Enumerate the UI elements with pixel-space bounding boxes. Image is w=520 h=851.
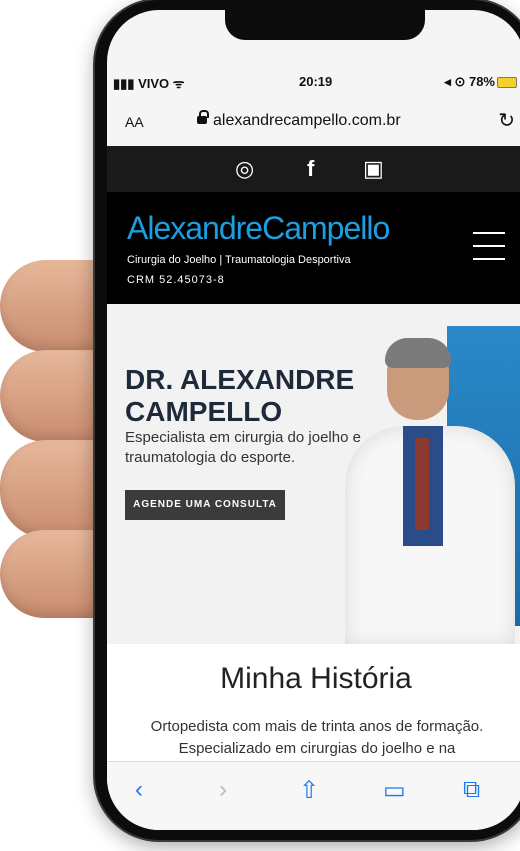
bookmarks-icon[interactable]: ▭ (383, 776, 406, 805)
site-logo[interactable]: AlexandreCampello (127, 210, 390, 247)
lock-icon (197, 110, 209, 124)
site-tagline: Cirurgia do Joelho | Traumatologia Despo… (127, 254, 351, 266)
site-header: AlexandreCampello Cirurgia do Joelho | T… (107, 192, 520, 304)
clock: 20:19 (299, 74, 333, 89)
back-icon[interactable]: ‹ (135, 776, 143, 804)
tabs-icon[interactable]: ⧉ (463, 776, 480, 804)
section-title: Minha História (220, 662, 412, 695)
section-text-2: Especializado em cirurgias do joelho e n… (178, 740, 456, 757)
story-section: Minha História Ortopedista com mais de t… (107, 644, 520, 764)
hero-name: DR. ALEXANDRE CAMPELLO (125, 364, 355, 427)
facebook-icon[interactable]: f (307, 156, 314, 182)
phone-notch (225, 10, 425, 40)
carrier: ▮▮▮ VIVO ᯤ (113, 76, 185, 91)
hero-section: DR. ALEXANDRE CAMPELLO Especialista em c… (107, 304, 520, 644)
section-text: Ortopedista com mais de trinta anos de f… (137, 716, 497, 760)
menu-icon[interactable] (473, 232, 505, 264)
phone-screen: ▮▮▮ VIVO ᯤ 20:19 ◂ ⊙ 78% AA alexandrecam… (107, 10, 520, 830)
phone-frame: ▮▮▮ VIVO ᯤ 20:19 ◂ ⊙ 78% AA alexandrecam… (95, 0, 520, 840)
address-bar[interactable]: AA alexandrecampello.com.br ↻ (107, 100, 520, 146)
social-bar: ◎ f ▣ (107, 146, 520, 192)
forward-icon[interactable]: › (219, 776, 227, 804)
crm-number: CRM 52.45073-8 (127, 274, 225, 286)
browser-toolbar: ‹ › ⇧ ▭ ⧉ (107, 761, 520, 830)
status-bar: ▮▮▮ VIVO ᯤ 20:19 ◂ ⊙ 78% (107, 70, 520, 94)
schedule-button[interactable]: AGENDE UMA CONSULTA (125, 490, 285, 520)
battery-icon (497, 77, 517, 89)
text-size-button[interactable]: AA (125, 114, 144, 130)
whatsapp-icon[interactable]: ◎ (235, 156, 254, 182)
hero-specialty: Especialista em cirurgia do joelho e tra… (125, 429, 361, 466)
section-text-1: Ortopedista com mais de trinta anos de f… (150, 718, 484, 735)
instagram-icon[interactable]: ▣ (363, 156, 384, 182)
url-text[interactable]: alexandrecampello.com.br (213, 112, 401, 130)
share-icon[interactable]: ⇧ (299, 776, 319, 805)
battery-status: ◂ ⊙ 78% (444, 74, 517, 90)
reload-icon[interactable]: ↻ (498, 108, 515, 133)
